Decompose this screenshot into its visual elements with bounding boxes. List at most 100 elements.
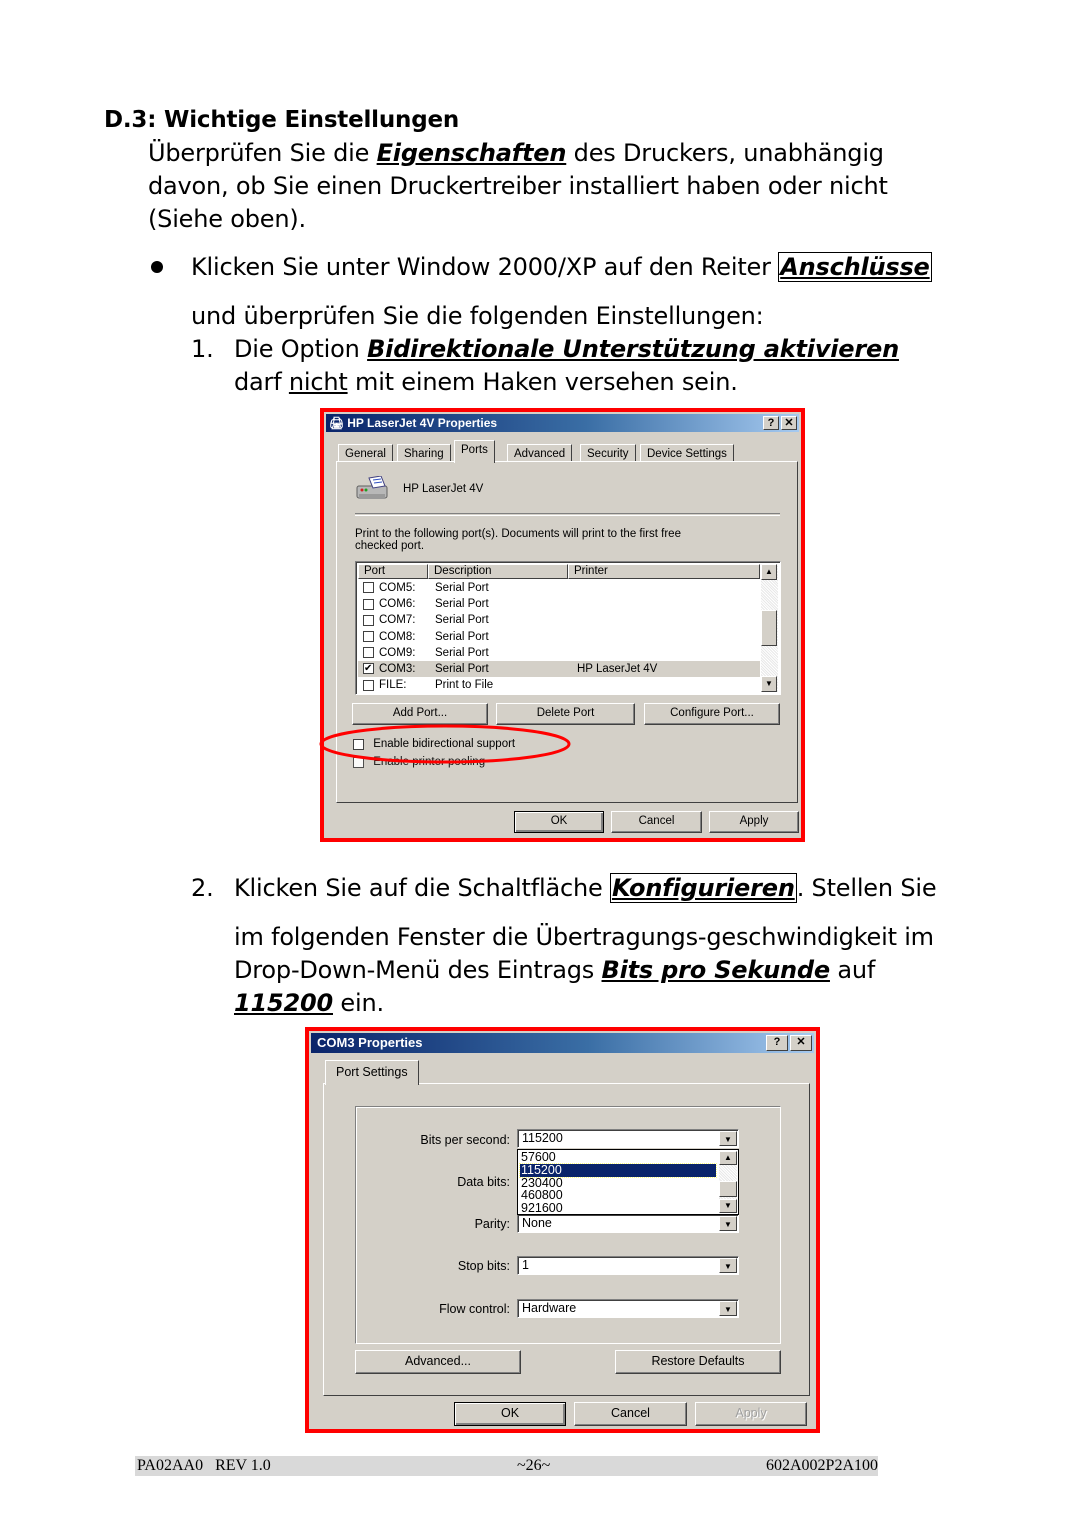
footer-page-number: ~26~ bbox=[517, 1457, 551, 1474]
scroll-thumb[interactable] bbox=[719, 1181, 737, 1197]
port-printer bbox=[573, 645, 760, 661]
port-row[interactable]: COM6: Serial Port bbox=[358, 596, 760, 612]
port-row[interactable]: COM7: Serial Port bbox=[358, 612, 760, 628]
port-printer bbox=[573, 612, 760, 628]
bidirectional-term: Bidirektionale Unterstützung aktivieren bbox=[367, 335, 899, 363]
text: Drop-Down-Menü des Eintrags bbox=[234, 956, 602, 984]
bits-per-second-value: 115200 bbox=[522, 1131, 563, 1145]
port-settings-panel: Bits per second: 115200 ▼ 57600 115200 230… bbox=[323, 1083, 810, 1396]
stop-bits-combo[interactable]: 1 ▼ bbox=[517, 1256, 739, 1275]
dropdown-option[interactable]: 921600 bbox=[520, 1202, 716, 1215]
dropdown-options: 57600 115200 230400 460800 921600 bbox=[519, 1151, 717, 1215]
title-bar: COM3 Properties ? ✕ bbox=[311, 1033, 814, 1053]
step2-number: 2. bbox=[191, 874, 214, 902]
port-checkbox[interactable] bbox=[363, 679, 374, 691]
port-checkbox[interactable] bbox=[363, 582, 374, 594]
help-button[interactable]: ? bbox=[766, 1035, 788, 1051]
tab-advanced[interactable]: Advanced bbox=[507, 444, 573, 462]
close-button[interactable]: ✕ bbox=[781, 416, 797, 430]
dropdown-option[interactable]: 57600 bbox=[520, 1151, 716, 1164]
baud-value-term: 115200 bbox=[234, 989, 333, 1017]
nicht-word: nicht bbox=[288, 368, 348, 396]
tab-general[interactable]: General bbox=[338, 444, 393, 462]
window-title: HP LaserJet 4V Properties bbox=[347, 416, 498, 430]
scroll-thumb[interactable] bbox=[761, 610, 777, 646]
port-cell: COM3: bbox=[358, 661, 433, 677]
step2-line-4: 115200 ein. bbox=[234, 987, 384, 1020]
flow-control-label: Flow control: bbox=[439, 1302, 510, 1316]
scroll-up-icon[interactable]: ▲ bbox=[761, 564, 777, 580]
help-button[interactable]: ? bbox=[763, 416, 779, 430]
port-row[interactable]: COM9: Serial Port bbox=[358, 645, 760, 661]
column-header-printer[interactable]: Printer bbox=[568, 564, 760, 579]
text: Klicken Sie auf die Schaltfläche bbox=[234, 874, 610, 902]
port-checkbox[interactable] bbox=[363, 631, 374, 643]
text: mit einem Haken versehen sein. bbox=[347, 368, 738, 396]
ok-button[interactable]: OK bbox=[514, 811, 604, 833]
title-bar: 🖨 HP LaserJet 4V Properties ? ✕ bbox=[326, 414, 799, 432]
annotation-ellipse bbox=[319, 724, 571, 764]
tab-security[interactable]: Security bbox=[580, 444, 636, 462]
restore-defaults-button[interactable]: Restore Defaults bbox=[615, 1350, 781, 1374]
footer-part-number: 602A002P2A100 bbox=[765, 1457, 878, 1474]
section-heading: D.3: Wichtige Einstellungen bbox=[104, 107, 460, 133]
port-row[interactable]: COM3: Serial Port HP LaserJet 4V bbox=[358, 660, 760, 677]
apply-button[interactable]: Apply bbox=[709, 811, 799, 833]
port-checkbox[interactable] bbox=[363, 661, 374, 677]
dropdown-arrow-icon[interactable]: ▼ bbox=[719, 1301, 737, 1316]
text: des Druckers, unabhängig bbox=[566, 139, 884, 167]
port-description: Serial Port bbox=[435, 614, 489, 627]
window-title: COM3 Properties bbox=[317, 1035, 423, 1050]
tab-port-settings[interactable]: Port Settings bbox=[325, 1060, 419, 1085]
tab-sharing[interactable]: Sharing bbox=[397, 444, 451, 462]
port-name: COM5: bbox=[379, 582, 416, 594]
cancel-button[interactable]: Cancel bbox=[574, 1402, 687, 1426]
port-checkbox[interactable] bbox=[363, 598, 374, 610]
scroll-down-icon[interactable]: ▼ bbox=[719, 1199, 737, 1213]
column-header-port[interactable]: Port bbox=[358, 564, 428, 579]
configure-port-button[interactable]: Configure Port... bbox=[644, 703, 780, 725]
footer-doc-id: PA02AA0 REV 1.0 bbox=[137, 1457, 271, 1474]
port-cell: FILE: bbox=[358, 677, 433, 693]
dropdown-arrow-icon[interactable]: ▼ bbox=[719, 1131, 737, 1146]
konfigurieren-term: Konfigurieren bbox=[609, 873, 797, 903]
step2-line-3: Drop-Down-Menü des Eintrags Bits pro Sek… bbox=[234, 954, 875, 987]
printer-name: HP LaserJet 4V bbox=[403, 483, 484, 495]
intro-line-3: (Siehe oben). bbox=[148, 205, 306, 233]
scroll-down-icon[interactable]: ▼ bbox=[761, 676, 777, 692]
flow-control-combo[interactable]: Hardware ▼ bbox=[517, 1299, 739, 1318]
scroll-up-icon[interactable]: ▲ bbox=[719, 1151, 737, 1165]
port-row[interactable]: COM5: Serial Port bbox=[358, 580, 760, 596]
step2-line-2: im folgenden Fenster die Übertragungs-ge… bbox=[234, 923, 934, 951]
bits-per-second-label: Bits per second: bbox=[420, 1133, 510, 1147]
dropdown-option[interactable]: 115200 bbox=[519, 1162, 717, 1178]
port-rows: COM5: Serial Port COM6: Serial Port COM7: Ser… bbox=[358, 580, 760, 693]
cancel-button[interactable]: Cancel bbox=[611, 811, 702, 833]
dropdown-arrow-icon[interactable]: ▼ bbox=[719, 1258, 737, 1273]
tab-device-settings[interactable]: Device Settings bbox=[640, 444, 734, 462]
step1-line-2: darf nicht mit einem Haken versehen sein… bbox=[234, 366, 738, 399]
scrollbar[interactable]: ▲ ▼ bbox=[761, 564, 778, 692]
tab-ports[interactable]: Ports bbox=[454, 440, 495, 463]
dropdown-scrollbar[interactable]: ▲ ▼ bbox=[719, 1151, 737, 1213]
text: darf bbox=[234, 368, 289, 396]
port-row[interactable]: COM8: Serial Port bbox=[358, 629, 760, 645]
parity-combo[interactable]: None ▼ bbox=[517, 1214, 739, 1233]
bits-per-second-dropdown[interactable]: 57600 115200 230400 460800 921600 ▲ ▼ bbox=[517, 1149, 739, 1215]
ok-button[interactable]: OK bbox=[454, 1402, 566, 1426]
bits-per-second-combo[interactable]: 115200 ▼ bbox=[517, 1129, 739, 1148]
port-cell: COM9: bbox=[358, 645, 433, 661]
port-checkbox[interactable] bbox=[363, 614, 374, 626]
column-header-description[interactable]: Description bbox=[428, 564, 568, 579]
port-description: Print to File bbox=[435, 679, 494, 692]
advanced-button[interactable]: Advanced... bbox=[355, 1350, 521, 1374]
port-row[interactable]: FILE: Print to File bbox=[358, 677, 760, 693]
close-button[interactable]: ✕ bbox=[790, 1035, 812, 1051]
dropdown-arrow-icon[interactable]: ▼ bbox=[719, 1216, 737, 1231]
printer-icon bbox=[355, 475, 393, 502]
text: Klicken Sie unter Window 2000/XP auf den… bbox=[191, 253, 779, 281]
port-name: COM7: bbox=[379, 614, 416, 627]
port-checkbox[interactable] bbox=[363, 647, 374, 659]
intro-line-2: davon, ob Sie einen Druckertreiber insta… bbox=[148, 172, 888, 200]
ports-list[interactable]: Port Description Printer COM5: Serial Por… bbox=[355, 561, 781, 695]
